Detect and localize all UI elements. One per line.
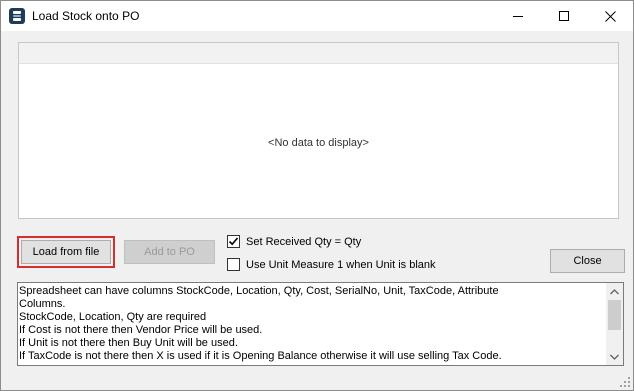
data-grid[interactable]: <No data to display> [18,42,619,219]
load-from-file-button[interactable]: Load from file [21,240,111,264]
vertical-scrollbar[interactable] [606,283,623,365]
close-window-button[interactable] [587,1,633,31]
scroll-down-button[interactable] [606,348,623,365]
scroll-up-button[interactable] [606,283,623,300]
use-unit-measure-checkbox[interactable] [227,258,240,271]
chevron-down-icon [610,354,619,360]
add-to-po-button[interactable]: Add to PO [124,240,215,264]
use-unit-measure-option[interactable]: Use Unit Measure 1 when Unit is blank [227,258,436,271]
resize-grip-icon[interactable] [619,376,631,388]
set-received-qty-option[interactable]: Set Received Qty = Qty [227,235,361,248]
window-title: Load Stock onto PO [32,9,140,23]
instruction-line: If Unit is not there then Buy Unit will … [19,337,238,349]
minimize-icon [513,16,523,17]
maximize-button[interactable] [541,1,587,31]
maximize-icon [559,11,569,21]
app-logo-icon [9,8,25,24]
grid-empty-message: <No data to display> [268,137,369,149]
checkmark-icon [228,237,239,246]
set-received-qty-checkbox[interactable] [227,235,240,248]
chevron-up-icon [610,288,619,294]
instruction-line: If Cost is not there then Vendor Price w… [19,324,263,336]
instruction-line: Columns. [19,298,66,310]
use-unit-measure-label: Use Unit Measure 1 when Unit is blank [246,258,436,271]
grid-header [19,43,618,64]
scroll-thumb[interactable] [608,300,621,330]
instruction-line: Spreadsheet can have columns StockCode, … [19,285,499,297]
minimize-button[interactable] [495,1,541,31]
instructions-text: Spreadsheet can have columns StockCode, … [19,285,605,363]
close-button[interactable]: Close [550,249,625,273]
close-icon [604,10,616,22]
instruction-line: If TaxCode is not there then X is used i… [19,350,502,362]
set-received-qty-label: Set Received Qty = Qty [246,235,362,248]
instructions-textbox[interactable]: Spreadsheet can have columns StockCode, … [17,282,624,366]
load-stock-dialog: Load Stock onto PO <No data to display> … [0,0,634,391]
title-bar: Load Stock onto PO [1,1,633,31]
instruction-line: StockCode, Location, Qty are required [19,311,207,323]
